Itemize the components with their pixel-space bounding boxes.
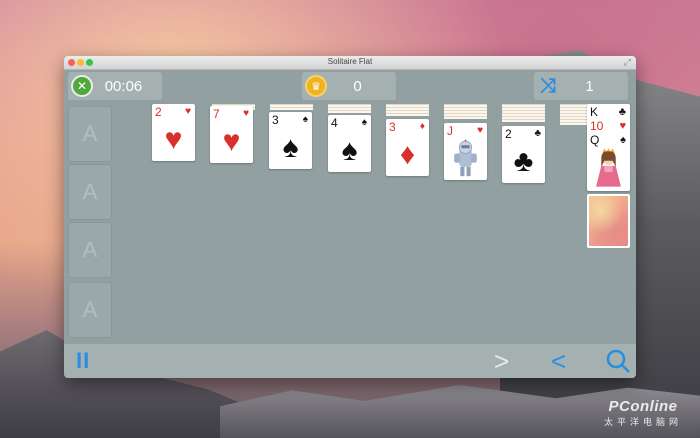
waste-card-2[interactable]: 10 ♥	[589, 119, 628, 133]
card-suit-large: ♣	[513, 145, 534, 178]
top-bar: ✕ 00:06 ♛ 0 ⤨ 1	[64, 72, 636, 102]
foundation-slot-2[interactable]: A	[68, 164, 112, 220]
card-back-pattern	[589, 196, 628, 246]
card-rank: 4	[331, 116, 338, 130]
shuffle-icon: ⤨	[540, 74, 556, 97]
bottom-bar: II > <	[64, 344, 636, 378]
card-rank: 2	[505, 127, 512, 141]
card-suit: ♥	[477, 125, 483, 136]
card-rank: 3	[389, 120, 396, 134]
pconline-watermark: PConline 太平洋电脑网	[604, 398, 682, 428]
card-rank: 7	[213, 107, 220, 121]
card-suit-large: ♠	[341, 134, 358, 167]
title-bar: Solitaire Flat ⤢	[64, 56, 636, 70]
watermark-sub: 太平洋电脑网	[603, 417, 682, 427]
card-suit: ♣	[618, 106, 626, 118]
foundation-slot-3[interactable]: A	[68, 222, 112, 278]
pile-edge	[386, 113, 429, 116]
card-suit-large: ♦	[399, 138, 416, 171]
card-suit: ♠	[361, 117, 367, 128]
tableau-card-3[interactable]: 3 ♠ ♠	[269, 112, 312, 169]
card-suit-large: ♥	[222, 125, 241, 158]
score-value: 0	[353, 77, 362, 95]
moves-panel: ⤨ 1	[534, 72, 628, 100]
undo-button[interactable]: <	[551, 348, 566, 374]
tableau-card-6[interactable]: J ♥	[444, 123, 487, 180]
card-rank: 10	[590, 119, 604, 133]
tableau-card-7[interactable]: 2 ♣ ♣	[502, 126, 545, 183]
card-suit-large: ♠	[282, 131, 299, 164]
card-rank: 3	[272, 113, 279, 127]
card-suit: ♦	[419, 121, 425, 132]
pile-edge	[502, 119, 545, 122]
window-title: Solitaire Flat	[327, 57, 373, 66]
pile-edge	[328, 110, 371, 113]
foundation-label: A	[82, 121, 98, 146]
card-suit: ♥	[185, 106, 191, 117]
card-suit: ♥	[243, 108, 249, 119]
fullscreen-icon[interactable]: ⤢	[624, 57, 631, 68]
card-rank: Q	[590, 133, 600, 147]
hint-button[interactable]	[605, 348, 631, 378]
tableau-card-2[interactable]: 7 ♥ ♥	[210, 106, 253, 163]
waste-pile[interactable]: K ♣ 10 ♥ Q ♠	[587, 104, 630, 191]
crown-icon: ♛	[305, 75, 327, 97]
stock-pile[interactable]	[587, 194, 630, 248]
card-suit: ♣	[534, 128, 541, 139]
card-suit: ♠	[302, 114, 308, 125]
app-window: Solitaire Flat ⤢ ✕ 00:06 ♛ 0 ⤨ 1 A A A A	[64, 56, 636, 378]
foundation-label: A	[82, 297, 98, 322]
hint-icon	[606, 349, 630, 373]
moves-value: 1	[585, 77, 594, 95]
card-rank: 2	[155, 105, 162, 119]
queen-princess-figure-icon	[596, 148, 621, 187]
waste-card-3[interactable]: Q ♠	[589, 133, 628, 147]
tableau-card-1[interactable]: 2 ♥ ♥	[152, 104, 195, 161]
waste-card-1[interactable]: K ♣	[589, 105, 628, 119]
card-suit-large: ♥	[164, 123, 183, 156]
tableau-card-5[interactable]: 3 ♦ ♦	[386, 119, 429, 176]
timer-value: 00:06	[104, 77, 143, 95]
pile-edge	[270, 107, 313, 110]
foundation-label: A	[82, 179, 98, 204]
pause-button[interactable]: II	[76, 348, 90, 374]
timer-panel: ✕ 00:06	[68, 72, 162, 100]
watermark-main: PConline	[608, 398, 678, 415]
timer-icon: ✕	[71, 75, 93, 97]
jack-knight-figure-icon	[454, 139, 477, 177]
card-suit: ♥	[619, 120, 626, 132]
card-rank: J	[447, 124, 453, 138]
foundation-label: A	[82, 237, 98, 262]
card-suit: ♠	[620, 134, 626, 146]
foundation-slot-1[interactable]: A	[68, 106, 112, 162]
score-panel: ♛ 0	[302, 72, 396, 100]
redo-button[interactable]: >	[494, 348, 509, 374]
tableau-card-4[interactable]: 4 ♠ ♠	[328, 115, 371, 172]
pile-edge	[444, 116, 487, 119]
foundation-slot-4[interactable]: A	[68, 282, 112, 338]
card-rank: K	[590, 105, 599, 119]
